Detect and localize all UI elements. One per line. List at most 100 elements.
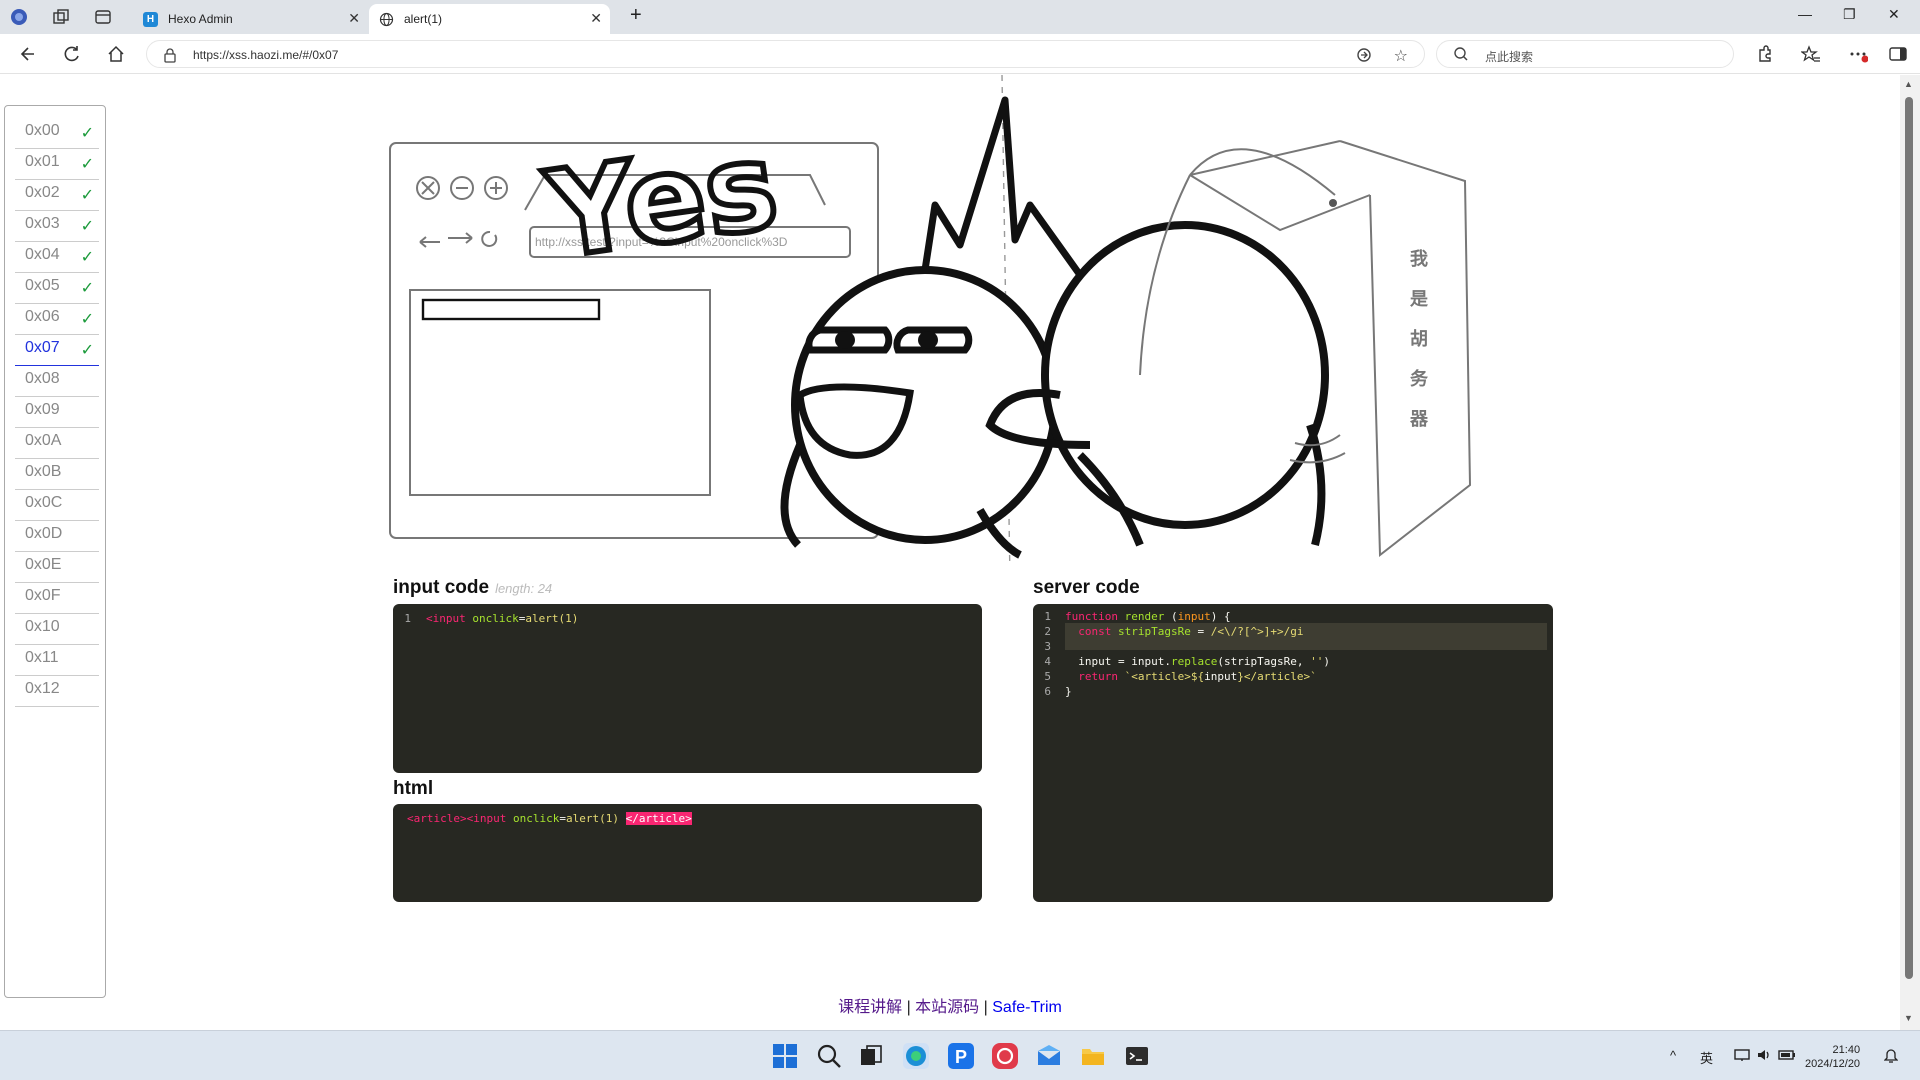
lock-icon[interactable] bbox=[163, 47, 177, 68]
url-field[interactable]: https://xss.haozi.me/#/0x07 ☆ bbox=[146, 40, 1425, 68]
tray-overflow-icon[interactable]: ^ bbox=[1670, 1048, 1676, 1063]
search-taskbar-icon[interactable] bbox=[816, 1043, 842, 1069]
level-item[interactable]: 0x0D bbox=[15, 521, 99, 552]
search-box[interactable]: 点此搜索 bbox=[1436, 40, 1734, 68]
line-number: 6 bbox=[1044, 685, 1051, 698]
level-item[interactable]: 0x0A bbox=[15, 428, 99, 459]
line-number: 3 bbox=[1044, 640, 1051, 653]
system-clock[interactable]: 21:40 2024/12/20 bbox=[1805, 1043, 1860, 1071]
netease-music-icon[interactable] bbox=[992, 1043, 1018, 1069]
level-label: 0x0C bbox=[25, 494, 63, 511]
level-item[interactable]: 0x12 bbox=[15, 676, 99, 707]
level-item[interactable]: 0x0B bbox=[15, 459, 99, 490]
terminal-icon[interactable] bbox=[1124, 1043, 1150, 1069]
hexo-favicon-icon: H bbox=[143, 11, 158, 27]
read-aloud-icon[interactable] bbox=[1356, 47, 1372, 68]
level-item[interactable]: 0x11 bbox=[15, 645, 99, 676]
mail-app-icon[interactable] bbox=[1036, 1043, 1062, 1069]
minimize-icon[interactable]: — bbox=[1798, 6, 1812, 22]
svg-text:我: 我 bbox=[1410, 249, 1428, 270]
battery-icon[interactable] bbox=[1778, 1048, 1796, 1065]
server-code-line: function render (input) { bbox=[1065, 610, 1231, 623]
server-code-title: server code bbox=[1033, 577, 1140, 598]
close-tab-icon[interactable]: ✕ bbox=[348, 10, 360, 27]
level-item[interactable]: 0x0E bbox=[15, 552, 99, 583]
input-code-editor[interactable]: 1 <input onclick=alert(1) bbox=[393, 604, 982, 773]
address-bar-row: https://xss.haozi.me/#/0x07 ☆ 点此搜索 bbox=[0, 34, 1920, 74]
sidebar-toggle-icon[interactable] bbox=[1888, 44, 1908, 64]
browser-tab-strip: H Hexo Admin ✕ alert(1) ✕ + — ❐ ✕ bbox=[0, 0, 1920, 34]
network-icon[interactable] bbox=[1734, 1048, 1750, 1065]
volume-icon[interactable] bbox=[1756, 1048, 1772, 1065]
p-app-icon[interactable]: P bbox=[948, 1043, 974, 1069]
line-number: 2 bbox=[1044, 625, 1051, 638]
task-view-icon[interactable] bbox=[858, 1043, 884, 1069]
scrollbar-thumb[interactable] bbox=[1905, 97, 1913, 979]
notification-bell-icon[interactable] bbox=[1883, 1048, 1899, 1067]
favorite-star-icon[interactable]: ☆ bbox=[1394, 46, 1408, 66]
start-icon[interactable] bbox=[772, 1043, 798, 1069]
close-window-icon[interactable]: ✕ bbox=[1888, 6, 1900, 23]
level-item[interactable]: 0x0C bbox=[15, 490, 99, 521]
level-item[interactable]: 0x02 ✓ bbox=[15, 180, 99, 211]
edge-taskbar-icon[interactable] bbox=[903, 1043, 929, 1069]
line-number: 4 bbox=[1044, 655, 1051, 668]
level-label: 0x0B bbox=[25, 463, 62, 480]
svg-text:是: 是 bbox=[1409, 289, 1428, 310]
workspaces-icon[interactable] bbox=[52, 8, 70, 26]
check-icon: ✓ bbox=[80, 218, 94, 235]
tab-alert[interactable]: alert(1) ✕ bbox=[369, 4, 610, 34]
vertical-tabs-icon[interactable] bbox=[94, 8, 112, 26]
favorites-icon[interactable] bbox=[1800, 44, 1821, 64]
extensions-icon[interactable] bbox=[1755, 44, 1775, 64]
source-link[interactable]: 本站源码 bbox=[915, 999, 979, 1016]
level-label: 0x0F bbox=[25, 587, 61, 604]
server-code-line: } bbox=[1065, 685, 1072, 698]
line-number: 5 bbox=[1044, 670, 1051, 683]
more-menu-icon[interactable] bbox=[1848, 44, 1869, 64]
level-item[interactable]: 0x07 ✓ bbox=[15, 335, 99, 366]
back-icon[interactable] bbox=[18, 44, 38, 64]
level-sidebar: 0x00 ✓ 0x01 ✓ 0x02 ✓ 0x03 ✓ 0x04 ✓ 0x05 ✓ 0x06 ✓ 0x07 ✓… bbox=[4, 105, 106, 998]
level-item[interactable]: 0x00 ✓ bbox=[15, 118, 99, 149]
level-item[interactable]: 0x09 bbox=[15, 397, 99, 428]
file-explorer-icon[interactable] bbox=[1080, 1043, 1106, 1069]
level-item[interactable]: 0x08 bbox=[15, 366, 99, 397]
search-placeholder: 点此搜索 bbox=[1485, 50, 1534, 64]
scroll-down-icon[interactable]: ▼ bbox=[1904, 1013, 1913, 1023]
search-icon bbox=[1453, 46, 1469, 67]
level-label: 0x09 bbox=[25, 401, 60, 418]
svg-text:胡: 胡 bbox=[1410, 328, 1428, 350]
tab-hexo-admin[interactable]: H Hexo Admin ✕ bbox=[133, 4, 368, 34]
server-code-view: 1 function render (input) {2 const stripT… bbox=[1033, 604, 1553, 902]
page-scrollbar[interactable]: ▲ ▼ bbox=[1900, 75, 1920, 1030]
svg-text:器: 器 bbox=[1409, 409, 1429, 430]
level-item[interactable]: 0x01 ✓ bbox=[15, 149, 99, 180]
html-title: html bbox=[393, 778, 434, 799]
page-content: 0x00 ✓ 0x01 ✓ 0x02 ✓ 0x03 ✓ 0x04 ✓ 0x05 ✓ 0x06 ✓ 0x07 ✓… bbox=[0, 75, 1900, 1030]
level-label: 0x0E bbox=[25, 556, 62, 573]
level-label: 0x11 bbox=[25, 649, 59, 666]
level-item[interactable]: 0x10 bbox=[15, 614, 99, 645]
course-link[interactable]: 课程讲解 bbox=[838, 999, 902, 1016]
globe-icon bbox=[379, 12, 394, 27]
browser-profile-icon[interactable] bbox=[10, 8, 28, 26]
level-item[interactable]: 0x03 ✓ bbox=[15, 211, 99, 242]
refresh-icon[interactable] bbox=[62, 44, 82, 64]
os-taskbar: P ^ 英 21:40 2024/12/20 bbox=[0, 1030, 1920, 1080]
check-icon: ✓ bbox=[80, 125, 94, 142]
level-item[interactable]: 0x06 ✓ bbox=[15, 304, 99, 335]
check-icon: ✓ bbox=[80, 342, 94, 359]
restore-icon[interactable]: ❐ bbox=[1843, 6, 1856, 23]
level-item[interactable]: 0x05 ✓ bbox=[15, 273, 99, 304]
home-icon[interactable] bbox=[106, 44, 126, 64]
level-label: 0x00 bbox=[25, 122, 60, 139]
new-tab-button[interactable]: + bbox=[630, 4, 642, 27]
scroll-up-icon[interactable]: ▲ bbox=[1904, 79, 1913, 89]
ime-indicator[interactable]: 英 bbox=[1700, 1048, 1713, 1067]
level-item[interactable]: 0x0F bbox=[15, 583, 99, 614]
close-tab-icon[interactable]: ✕ bbox=[590, 10, 602, 27]
safe-trim-link[interactable]: Safe-Trim bbox=[992, 999, 1062, 1016]
level-item[interactable]: 0x04 ✓ bbox=[15, 242, 99, 273]
check-icon: ✓ bbox=[80, 249, 94, 266]
